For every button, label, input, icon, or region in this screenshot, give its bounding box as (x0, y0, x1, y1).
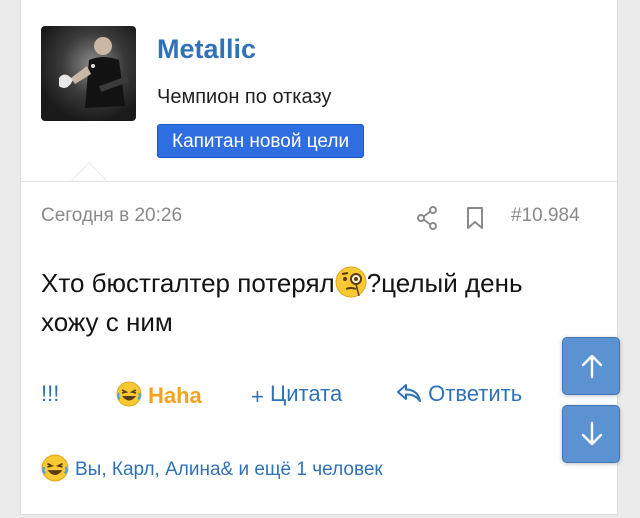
plus-icon: + (251, 384, 264, 409)
scroll-down-button[interactable] (562, 405, 620, 463)
laughing-emoji-icon (116, 381, 142, 407)
share-icon[interactable] (416, 206, 438, 235)
quote-label: Цитата (269, 381, 343, 406)
quote-button[interactable]: + Цитата (251, 381, 342, 410)
user-banner: Капитан новой цели (157, 124, 365, 158)
author-block: Metallic Чемпион по отказу Капитан новой… (21, 0, 617, 182)
user-title: Чемпион по отказу (157, 86, 332, 108)
message-text-part1: Хто бюстгалтер потерял (41, 268, 335, 298)
post-number[interactable]: #10.984 (511, 205, 580, 227)
report-link[interactable]: !!! (41, 381, 59, 407)
haha-label: Haha (148, 383, 202, 408)
avatar[interactable] (41, 26, 136, 121)
reactions-summary[interactable]: Вы, Карл, Алина& и ещё 1 человек (41, 454, 383, 482)
reply-arrow-icon (396, 381, 428, 406)
haha-reaction-button[interactable]: Haha (116, 381, 202, 409)
post-card: Metallic Чемпион по отказу Капитан новой… (20, 0, 620, 515)
reply-label: Ответить (428, 381, 523, 406)
monocle-face-emoji-icon (335, 266, 367, 298)
post-date[interactable]: Сегодня в 20:26 (41, 205, 182, 227)
laughing-emoji-icon (41, 454, 69, 482)
bookmark-icon[interactable] (466, 206, 484, 235)
arrow-up-icon (581, 354, 603, 379)
scroll-up-button[interactable] (562, 337, 620, 395)
avatar-image (59, 37, 130, 108)
arrow-down-icon (581, 421, 603, 446)
reactions-text: Вы, Карл, Алина& и ещё 1 человек (75, 459, 383, 480)
reply-button[interactable]: Ответить (396, 381, 522, 407)
message-body: Хто бюстгалтер потерял ?целый день хожу … (41, 264, 581, 342)
username[interactable]: Metallic (157, 34, 256, 65)
author-pointer-arrow (71, 162, 107, 181)
